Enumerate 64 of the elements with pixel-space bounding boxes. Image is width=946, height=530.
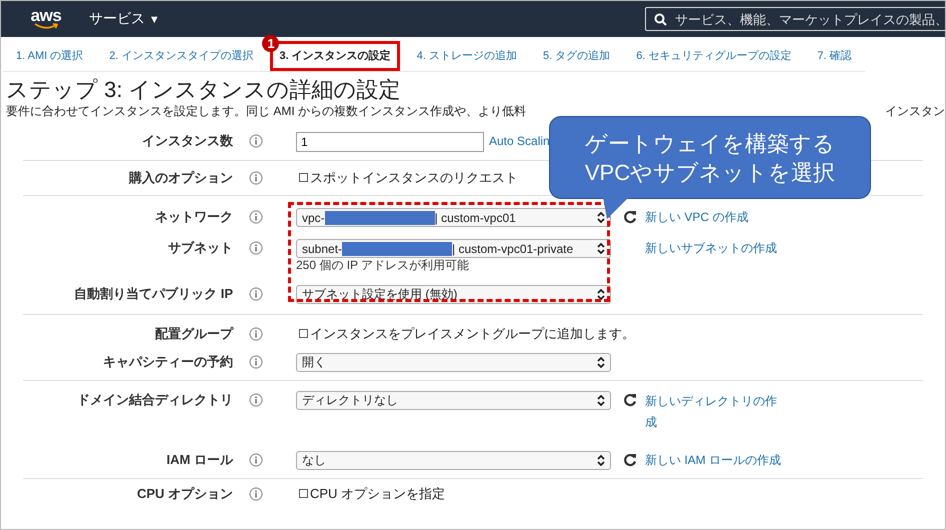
checkbox[interactable] (299, 173, 308, 182)
callout-text: VPCやサブネットを選択 (584, 158, 836, 186)
refresh-icon[interactable] (623, 393, 637, 407)
info-icon[interactable] (249, 241, 263, 255)
checkbox-label: CPU オプションを指定 (310, 485, 446, 503)
field-label: CPU オプション (136, 485, 233, 503)
info-icon[interactable] (249, 355, 263, 369)
dropdown-select[interactable]: subnet- | custom-vpc01-private (296, 239, 611, 258)
wizard-step-tab[interactable]: 1. AMI の選択 (7, 41, 92, 71)
dropdown-arrows-icon (597, 395, 605, 406)
services-menu[interactable]: サービス ▼ (89, 10, 160, 28)
info-icon[interactable] (249, 327, 263, 341)
field-label: ドメイン結合ディレクトリ (76, 391, 233, 409)
create-link[interactable]: 新しいディレクトリの作成 (645, 391, 781, 433)
wizard-step-tab[interactable]: 5. タグの追加 (534, 41, 620, 71)
info-icon[interactable] (249, 171, 263, 185)
create-link[interactable]: 新しい VPC の作成 (645, 208, 748, 226)
field-label: 購入のオプション (128, 169, 233, 187)
wizard-step-tab[interactable]: 4. ストレージの追加 (408, 41, 526, 71)
field-label: 自動割り当てパブリック IP (73, 285, 233, 303)
refresh-icon[interactable] (623, 453, 637, 467)
wizard-step-tab[interactable]: 7. 確認 (808, 41, 861, 71)
step-number-badge: 1 (262, 35, 280, 52)
checkbox[interactable] (299, 489, 308, 498)
info-icon[interactable] (249, 487, 263, 501)
info-icon[interactable] (249, 210, 263, 224)
callout-text: ゲートウェイを構築する (585, 130, 835, 158)
checkbox[interactable] (299, 329, 308, 338)
field-label: インスタンス数 (141, 132, 233, 150)
info-icon[interactable] (249, 287, 263, 301)
wizard-step-tab[interactable]: 6. セキュリティグループの設定 (627, 41, 800, 71)
checkbox-label: インスタンスをプレイスメントグループに追加します。 (310, 325, 635, 343)
description-text: 要件に合わせてインスタンスを設定します。同じ AMI からの複数インスタンス作成や、より低料 (6, 103, 526, 120)
create-link[interactable]: 新しい IAM ロールの作成 (645, 451, 782, 469)
smile-arrow-icon (34, 23, 58, 30)
info-icon[interactable] (249, 134, 263, 148)
info-icon[interactable] (249, 453, 263, 467)
available-ip-note: 250 個の IP アドレスが利用可能 (296, 258, 470, 273)
field-label: IAM ロール (166, 451, 233, 469)
dropdown-arrows-icon (597, 243, 605, 254)
wizard-step-tab[interactable]: 2. インスタンスタイプの選択 (100, 41, 262, 71)
field-label: キャパシティーの予約 (102, 353, 233, 371)
dropdown-select[interactable]: 開く (296, 353, 611, 372)
page-title: ステップ 3: インスタンスの詳細の設定 (6, 76, 402, 103)
info-icon[interactable] (249, 393, 263, 407)
dropdown-arrows-icon (597, 212, 605, 223)
search-icon (654, 12, 667, 26)
dropdown-arrows-icon (597, 455, 605, 466)
instance-count-input[interactable]: 1 (296, 132, 484, 152)
field-label: 配置グループ (154, 325, 233, 343)
create-link[interactable]: 新しいサブネットの作成 (645, 239, 777, 257)
aws-logo-text[interactable]: aws (30, 8, 62, 23)
search-field[interactable]: サービス、機能、マーケットプレイスの製品、 (645, 7, 945, 31)
dropdown-arrows-icon (597, 357, 605, 368)
field-label: ネットワーク (154, 208, 233, 226)
dropdown-select[interactable]: なし (296, 451, 611, 470)
dropdown-select[interactable]: ディレクトリなし (296, 391, 611, 410)
refresh-icon[interactable] (623, 210, 637, 224)
field-label: サブネット (167, 239, 233, 257)
dropdown-arrows-icon (597, 289, 605, 300)
description-text-end: インスタン (885, 103, 945, 120)
create-link[interactable]: Auto Scalin (489, 132, 550, 150)
dropdown-select[interactable]: vpc- | custom-vpc01 (296, 208, 611, 227)
checkbox-label: スポットインスタンスのリクエスト (310, 169, 518, 187)
